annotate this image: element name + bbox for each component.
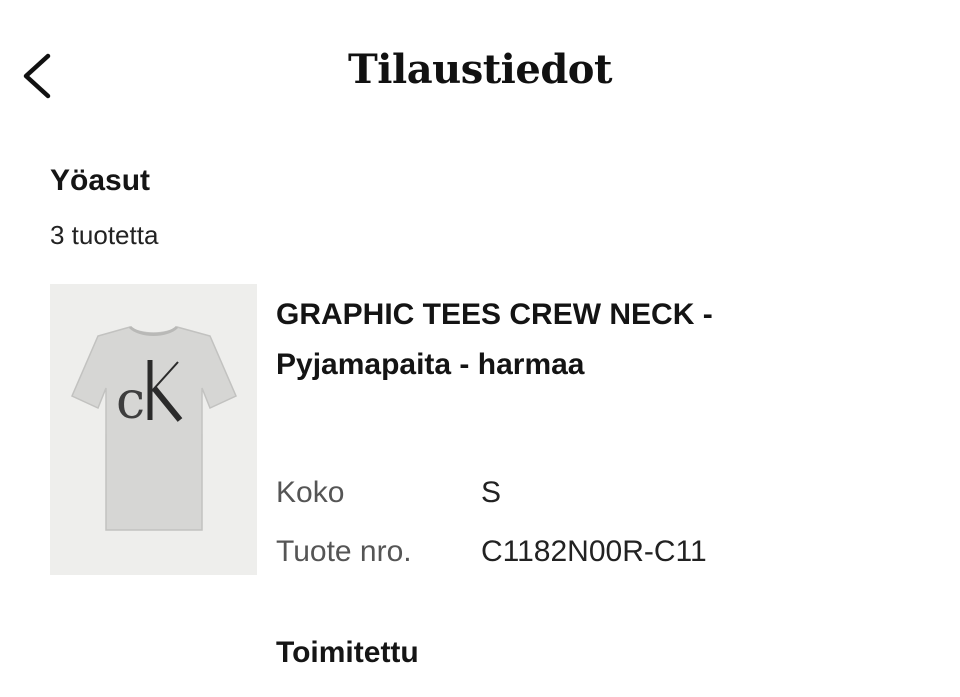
sku-value: C1182N00R-C11 [481, 535, 707, 568]
product-name[interactable]: GRAPHIC TEES CREW NECK - Pyjamapaita - h… [276, 290, 936, 390]
tshirt-image: c [71, 325, 237, 531]
page-title: Tilaustiedot [348, 46, 612, 93]
product-image[interactable]: c [50, 284, 257, 575]
category-title: Yöasut [50, 164, 151, 197]
sku-label: Tuote nro. [276, 535, 412, 568]
product-name-line1: GRAPHIC TEES CREW NECK - [276, 298, 713, 331]
item-count: 3 tuotetta [50, 220, 159, 250]
delivery-status: Toimitettu [276, 636, 419, 669]
product-name-line2: Pyjamapaita - harmaa [276, 348, 585, 381]
product-logo: c [116, 371, 145, 431]
size-label: Koko [276, 476, 345, 509]
size-value: S [481, 476, 502, 509]
